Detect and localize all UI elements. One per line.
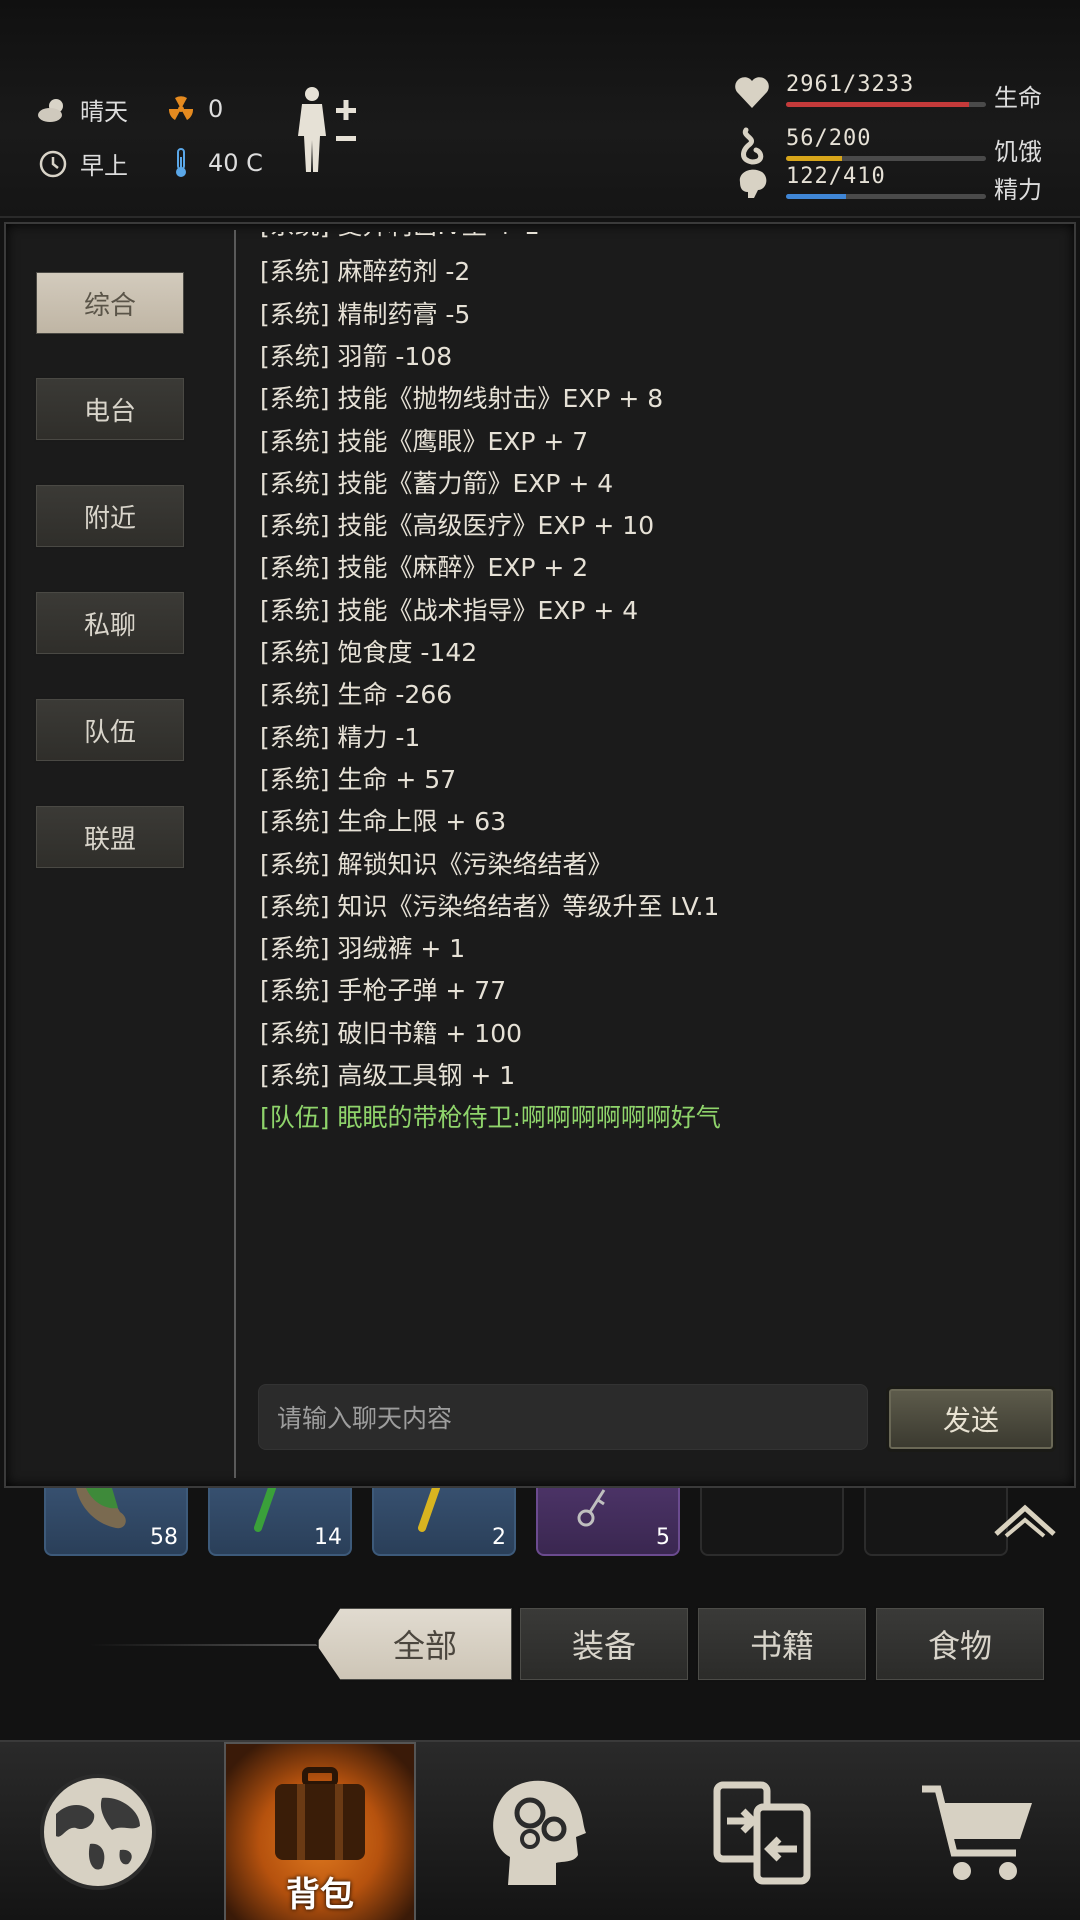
stomach-icon — [741, 127, 764, 165]
inventory-slot[interactable]: 58 — [44, 1488, 188, 1556]
team-message: [队伍] 眠眠的带枪侍卫:啊啊啊啊啊啊好气 — [260, 1103, 721, 1133]
tab-private[interactable]: 私聊 — [34, 590, 186, 656]
chevron-up-icon — [994, 1504, 1056, 1538]
body-status-button[interactable] — [292, 84, 364, 176]
filter-equipment[interactable]: 装备 — [518, 1606, 690, 1682]
energy-track — [786, 194, 986, 199]
brain-icon — [739, 169, 767, 198]
tab-radio[interactable]: 电台 — [34, 376, 186, 442]
body-status-icon — [298, 87, 356, 172]
radiation-indicator: 0 — [164, 92, 223, 126]
filter-all[interactable]: 全部 — [316, 1606, 514, 1682]
cart-icon — [922, 1785, 1032, 1880]
tab-team[interactable]: 队伍 — [34, 697, 186, 763]
hp-fill — [786, 102, 970, 107]
panel-divider — [234, 230, 236, 1478]
inventory-slot[interactable]: 5 — [536, 1488, 680, 1556]
chat-input[interactable]: 请输入聊天内容 — [258, 1384, 868, 1450]
inventory-slot[interactable] — [864, 1488, 1008, 1556]
heart-icon — [735, 77, 769, 108]
inventory-slot[interactable] — [700, 1488, 844, 1556]
exchange-icon — [713, 1781, 811, 1885]
slot-count: 2 — [492, 1525, 506, 1550]
energy-fill — [786, 194, 846, 199]
energy-bar: 122/410 精力 — [732, 164, 1052, 204]
inventory-slot[interactable]: 14 — [208, 1488, 352, 1556]
nav-backpack[interactable]: 背包 — [224, 1742, 416, 1920]
hunger-track — [786, 156, 986, 161]
collapse-button[interactable] — [990, 1500, 1060, 1540]
temperature-value: 40 C — [208, 149, 263, 177]
clock-icon — [36, 147, 70, 181]
inventory-slots: 58 14 2 5 — [0, 1488, 1080, 1558]
hp-label: 生命 — [994, 84, 1042, 112]
send-button[interactable]: 发送 — [886, 1386, 1056, 1452]
globe-icon — [40, 1774, 156, 1890]
nav-trade[interactable] — [672, 1742, 852, 1920]
nav-world-map[interactable] — [8, 1742, 188, 1920]
filter-books[interactable]: 书籍 — [696, 1606, 868, 1682]
thermometer-icon — [164, 146, 198, 180]
radiation-icon — [164, 92, 198, 126]
status-bar: 晴天 0 早上 40 C 2961/3233 生命 56/200 饥饿 122/… — [0, 0, 1080, 218]
slot-count: 58 — [150, 1525, 178, 1550]
bottom-navigation: 背包 — [0, 1740, 1080, 1920]
chat-message-list[interactable]: [系统] 变异利齿IV型 + 1[系统] 麻醉药剂 -2[系统] 精制药膏 -5… — [260, 232, 1060, 1352]
tab-alliance[interactable]: 联盟 — [34, 804, 186, 870]
energy-label: 精力 — [994, 176, 1042, 204]
weather-indicator: 晴天 — [36, 92, 128, 127]
filter-divider — [90, 1644, 320, 1646]
time-indicator: 早上 — [36, 146, 128, 181]
time-text: 早上 — [80, 152, 128, 180]
energy-value: 122/410 — [786, 164, 886, 189]
head-gears-icon — [493, 1780, 586, 1885]
backpack-icon — [275, 1767, 365, 1860]
nav-shop[interactable] — [888, 1742, 1068, 1920]
hunger-label: 饥饿 — [994, 138, 1042, 166]
weather-text: 晴天 — [80, 98, 128, 126]
hunger-fill — [786, 156, 842, 161]
tab-nearby[interactable]: 附近 — [34, 483, 186, 549]
inventory-slot[interactable]: 2 — [372, 1488, 516, 1556]
hunger-bar: 56/200 饥饿 — [732, 126, 1052, 166]
partly-cloudy-icon — [36, 93, 70, 127]
filter-food[interactable]: 食物 — [874, 1606, 1046, 1682]
nav-skills[interactable] — [448, 1742, 628, 1920]
slot-count: 14 — [314, 1525, 342, 1550]
nav-backpack-label: 背包 — [286, 1875, 354, 1915]
chat-panel: 综合 电台 附近 私聊 队伍 联盟 [系统] 变异利齿IV型 + 1[系统] 麻… — [4, 222, 1076, 1488]
hp-value: 2961/3233 — [786, 72, 915, 97]
hp-bar: 2961/3233 生命 — [732, 72, 1052, 112]
radiation-value: 0 — [208, 95, 224, 123]
temperature-indicator: 40 C — [164, 146, 263, 180]
hp-track — [786, 102, 986, 107]
tab-general[interactable]: 综合 — [34, 270, 186, 336]
slot-count: 5 — [656, 1525, 670, 1550]
hunger-value: 56/200 — [786, 126, 872, 151]
